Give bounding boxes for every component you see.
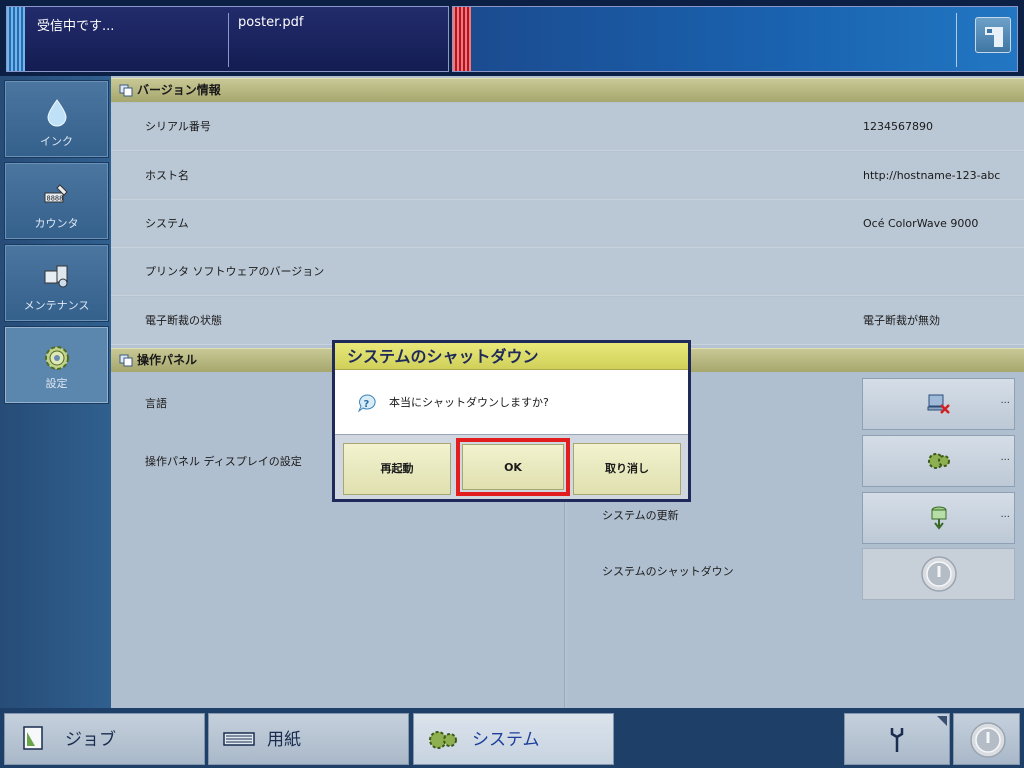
- paper-roll-icon: [223, 732, 255, 746]
- section-icon: [119, 84, 133, 97]
- wrench-icon: [890, 728, 904, 752]
- left-navigation: インク 8888 カウンタ メンテナンス 設定: [0, 76, 111, 708]
- nav-item-maintenance[interactable]: メンテナンス: [4, 244, 109, 322]
- nav-item-label: メンテナンス: [23, 299, 90, 312]
- job-progress-stripe: [7, 7, 25, 71]
- tab-label: 用紙: [267, 730, 301, 750]
- row-label: 操作パネル ディスプレイの設定: [145, 455, 302, 468]
- more-indicator: ...: [1000, 452, 1010, 463]
- restart-button[interactable]: 再起動: [343, 443, 451, 495]
- section-title: バージョン情報: [137, 83, 221, 97]
- tab-system[interactable]: システム: [413, 713, 614, 765]
- nav-item-label: インク: [40, 135, 73, 148]
- version-row: ホスト名 http://hostname-123-abc: [111, 152, 1024, 200]
- row-label: システム: [145, 217, 189, 230]
- shutdown-dialog: システムのシャットダウン ? 本当にシャットダウンしますか? 再起動 OK 取り…: [332, 340, 691, 502]
- version-section-header: バージョン情報: [111, 78, 1024, 102]
- more-indicator: ...: [1000, 509, 1010, 520]
- question-icon: ?: [357, 394, 376, 413]
- tab-paper[interactable]: 用紙: [208, 713, 409, 765]
- svg-text:?: ?: [364, 399, 370, 410]
- job-document-icon: [23, 726, 43, 750]
- maintenance-icon: [44, 265, 67, 288]
- cancel-button[interactable]: 取り消し: [573, 443, 681, 495]
- dialog-title: システムのシャットダウン: [335, 343, 688, 370]
- job-file-name: poster.pdf: [238, 15, 304, 30]
- dialog-button-bar: 再起動 OK 取り消し: [335, 434, 688, 499]
- row-value: http://hostname-123-abc: [863, 169, 1001, 182]
- nav-item-ink[interactable]: インク: [4, 80, 109, 158]
- section-title: 操作パネル: [137, 353, 198, 367]
- user-card-icon[interactable]: [975, 17, 1011, 53]
- job-status-text: 受信中です...: [37, 19, 115, 34]
- bottom-tab-bar: ジョブ 用紙 システム: [0, 708, 1024, 768]
- row-label: プリンタ ソフトウェアのバージョン: [145, 265, 325, 278]
- tools-button[interactable]: [844, 713, 950, 765]
- divider: [956, 13, 957, 67]
- system-shutdown-button[interactable]: [862, 548, 1015, 600]
- nav-item-counter[interactable]: 8888 カウンタ: [4, 162, 109, 240]
- row-value: 1234567890: [863, 120, 933, 133]
- remote-disconnect-button[interactable]: ...: [862, 378, 1015, 430]
- gears-icon: [429, 731, 457, 749]
- tab-label: システム: [472, 730, 540, 750]
- version-row: 電子断裁の状態 電子断裁が無効: [111, 297, 1024, 345]
- more-indicator: ...: [1000, 395, 1010, 406]
- row-value: 電子断裁が無効: [863, 314, 940, 327]
- message-text: 本当にシャットダウンしますか?: [389, 396, 549, 409]
- gear-icon: [44, 346, 69, 370]
- queue-panel[interactable]: [452, 6, 1018, 72]
- row-label: 言語: [145, 397, 167, 410]
- update-download-icon: [931, 506, 946, 530]
- ok-button-highlight: OK: [456, 438, 570, 496]
- row-label: 電子断裁の状態: [145, 314, 222, 327]
- system-shutdown-row: システムのシャットダウン: [567, 544, 1024, 600]
- queue-stripe: [453, 7, 471, 71]
- power-icon: [970, 722, 1006, 758]
- system-settings-button[interactable]: ...: [862, 435, 1015, 487]
- tab-label: ジョブ: [65, 730, 116, 750]
- section-icon: [119, 354, 133, 367]
- nav-item-settings[interactable]: 設定: [4, 326, 109, 404]
- version-row: システム Océ ColorWave 9000: [111, 200, 1024, 248]
- top-status-bar: 受信中です... poster.pdf: [0, 0, 1024, 76]
- nav-item-label: カウンタ: [34, 217, 79, 230]
- divider: [228, 13, 229, 67]
- svg-text:8888: 8888: [46, 195, 63, 203]
- nav-item-label: 設定: [45, 377, 68, 390]
- row-label: シリアル番号: [145, 120, 211, 133]
- ink-drop-icon: [46, 99, 67, 127]
- system-update-button[interactable]: ...: [862, 492, 1015, 544]
- power-button[interactable]: [953, 713, 1020, 765]
- counter-icon: 8888: [44, 184, 68, 203]
- row-label: システムのシャットダウン: [602, 565, 734, 578]
- version-row: シリアル番号 1234567890: [111, 103, 1024, 151]
- computer-remove-icon: [927, 394, 950, 414]
- row-value: Océ ColorWave 9000: [863, 217, 979, 230]
- corner-indicator: [937, 716, 947, 726]
- job-status-panel[interactable]: 受信中です... poster.pdf: [6, 6, 449, 72]
- gears-icon: [927, 453, 950, 469]
- row-label: ホスト名: [145, 169, 189, 182]
- version-row: プリンタ ソフトウェアのバージョン: [111, 248, 1024, 296]
- power-icon: [920, 556, 957, 592]
- tab-jobs[interactable]: ジョブ: [4, 713, 205, 765]
- ok-button[interactable]: OK: [462, 444, 564, 490]
